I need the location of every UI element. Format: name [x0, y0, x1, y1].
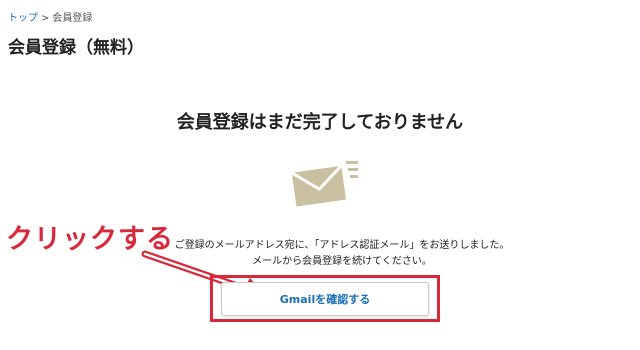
- page-title: 会員登録（無料）: [8, 38, 144, 58]
- confirmation-message: ご登録のメールアドレス宛に、「アドレス認証メール」をお送りしました。 メールから…: [172, 238, 512, 270]
- status-heading: 会員登録はまだ完了しておりません: [176, 112, 464, 133]
- breadcrumb-separator: >: [41, 13, 50, 24]
- message-line-1: ご登録のメールアドレス宛に、「アドレス認証メール」をお送りしました。: [174, 240, 510, 251]
- confirm-gmail-button[interactable]: Gmailを確認する: [221, 282, 429, 316]
- annotation-click-label: クリックする: [6, 224, 174, 255]
- breadcrumb-home-link[interactable]: トップ: [8, 13, 38, 24]
- message-line-2: メールから会員登録を続けてください。: [252, 256, 432, 267]
- mail-envelope-icon: [290, 161, 358, 207]
- page: トップ > 会員登録 会員登録（無料） 会員登録はまだ完了しておりません クリックす…: [0, 0, 640, 350]
- breadcrumb-current: 会員登録: [52, 13, 93, 24]
- breadcrumb: トップ > 会員登録: [8, 9, 92, 24]
